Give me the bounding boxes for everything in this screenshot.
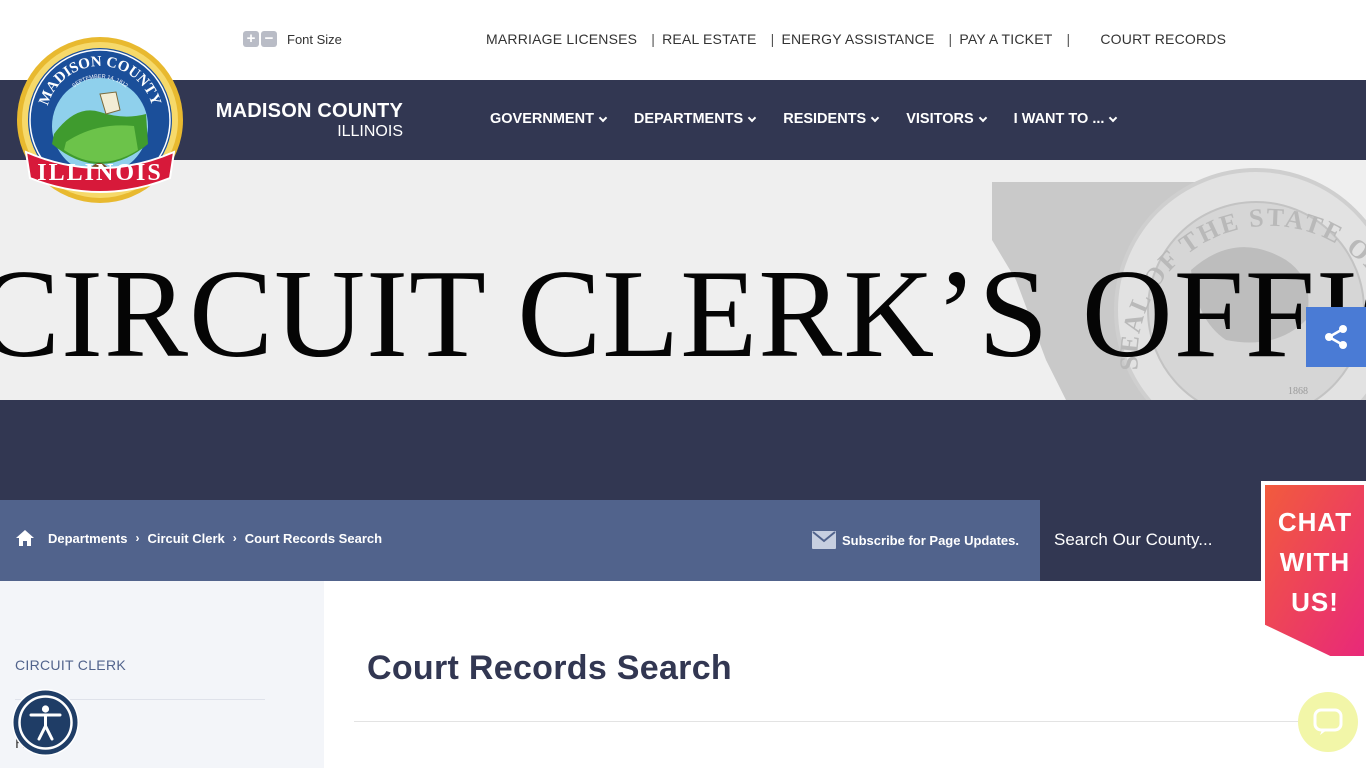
- separator: |: [651, 31, 656, 47]
- breadcrumb-bar: Departments › Circuit Clerk › Court Reco…: [0, 500, 1040, 581]
- breadcrumb-separator: ›: [135, 531, 140, 545]
- share-button[interactable]: [1306, 307, 1366, 367]
- nav-label: RESIDENTS: [783, 111, 867, 127]
- plus-icon: +: [246, 30, 256, 47]
- chat-tag-line: WITH: [1279, 547, 1351, 577]
- page-hero-title: CIRCUIT CLERK’S OFFICE: [0, 245, 1366, 384]
- nav-label: GOVERNMENT: [490, 111, 594, 127]
- quick-link-real-estate[interactable]: REAL ESTATE: [662, 31, 757, 47]
- chat-tag-line: US!: [1291, 587, 1339, 617]
- hero-banner: SEAL OF THE STATE OF 1868 CIRCUIT CLERK’…: [0, 160, 1366, 400]
- separator: |: [948, 31, 953, 47]
- decrease-font-button[interactable]: −: [261, 31, 277, 47]
- site-brand[interactable]: MADISON COUNTY ILLINOIS: [203, 100, 403, 142]
- page-title: Court Records Search: [367, 649, 732, 687]
- chat-bubble-icon: [1313, 708, 1343, 735]
- chat-tag-line: CHAT: [1277, 507, 1353, 537]
- mail-icon: [812, 531, 836, 549]
- quick-link-marriage-licenses[interactable]: MARRIAGE LICENSES: [486, 31, 637, 47]
- breadcrumb-current-page: Court Records Search: [244, 530, 383, 546]
- nav-item-i-want-to[interactable]: I WANT TO ...: [1013, 111, 1118, 127]
- nav-item-government[interactable]: GOVERNMENT: [490, 111, 608, 127]
- separator: |: [1066, 31, 1071, 47]
- title-divider: [354, 721, 1304, 722]
- breadcrumb-circuit-clerk[interactable]: Circuit Clerk: [147, 531, 224, 546]
- nav-item-departments[interactable]: DEPARTMENTS: [633, 111, 757, 127]
- hero-bottom-band: [0, 400, 1366, 500]
- seal-graphic: MADISON COUNTY SEPTEMBER 14, 1812 ILLINO…: [17, 37, 183, 203]
- chevron-down-icon: [1109, 113, 1118, 122]
- accessibility-icon: [13, 690, 78, 755]
- minus-icon: −: [264, 30, 274, 47]
- chevron-down-icon: [747, 113, 757, 122]
- font-size-buttons: + −: [243, 31, 277, 47]
- chat-with-us-button[interactable]: CHAT WITH US!: [1260, 480, 1366, 660]
- search-input[interactable]: [1054, 528, 1254, 552]
- state-seal-year: 1868: [1288, 386, 1308, 397]
- utility-bar: + − Font Size MARRIAGE LICENSES | REAL E…: [0, 0, 1366, 80]
- nav-label: VISITORS: [906, 111, 974, 127]
- nav-label: I WANT TO ...: [1013, 111, 1105, 127]
- increase-font-button[interactable]: +: [243, 31, 259, 47]
- brand-state: ILLINOIS: [337, 123, 403, 140]
- nav-label: DEPARTMENTS: [633, 111, 744, 127]
- separator: |: [770, 31, 775, 47]
- font-size-label: Font Size: [287, 31, 342, 47]
- chevron-down-icon: [870, 113, 880, 122]
- seal-bottom-text: ILLINOIS: [37, 160, 162, 186]
- breadcrumb-departments[interactable]: Departments: [48, 531, 127, 546]
- county-seal-logo[interactable]: MADISON COUNTY SEPTEMBER 14, 1812 ILLINO…: [16, 34, 184, 206]
- breadcrumb: Departments › Circuit Clerk › Court Reco…: [15, 529, 382, 547]
- accessibility-button[interactable]: [12, 689, 79, 756]
- quick-link-energy-assistance[interactable]: ENERGY ASSISTANCE: [781, 31, 934, 47]
- quick-link-pay-a-ticket[interactable]: PAY A TICKET: [959, 31, 1052, 47]
- subscribe-link[interactable]: Subscribe for Page Updates.: [812, 530, 1019, 550]
- subscribe-label: Subscribe for Page Updates.: [842, 532, 1019, 548]
- font-size-control: + − Font Size: [243, 31, 342, 47]
- sidebar-heading-circuit-clerk[interactable]: CIRCUIT CLERK: [15, 657, 126, 673]
- share-icon: [1325, 325, 1347, 349]
- chevron-down-icon: [978, 113, 987, 122]
- main-menu: GOVERNMENT DEPARTMENTS RESIDENTS VISITOR…: [490, 111, 1144, 127]
- nav-item-residents[interactable]: RESIDENTS: [783, 111, 880, 127]
- chevron-down-icon: [598, 113, 608, 122]
- main-navigation-bar: MADISON COUNTY ILLINOIS GOVERNMENT DEPAR…: [0, 80, 1366, 160]
- live-chat-button[interactable]: [1298, 692, 1358, 752]
- nav-item-visitors[interactable]: VISITORS: [906, 111, 987, 127]
- quick-links: MARRIAGE LICENSES | REAL ESTATE | ENERGY…: [486, 31, 1226, 47]
- home-icon[interactable]: [15, 529, 35, 547]
- quick-link-court-records[interactable]: COURT RECORDS: [1100, 31, 1226, 47]
- chat-tag-text: CHAT WITH US!: [1270, 502, 1360, 622]
- breadcrumb-separator: ›: [232, 531, 237, 545]
- brand-name: MADISON COUNTY: [215, 100, 403, 122]
